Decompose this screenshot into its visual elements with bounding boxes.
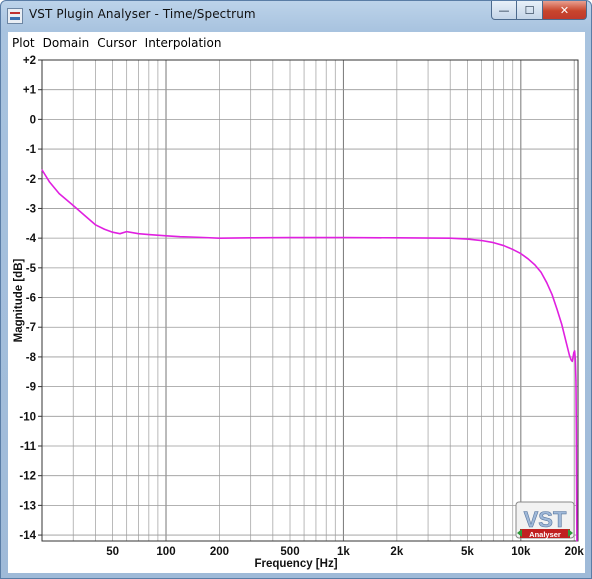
spectrum-chart[interactable]: +2 +1 0 -1 -2 -3 -4 -5 -6 -7 -8 -9 -10 -11 -12 -13 -14 5… (8, 53, 585, 573)
series-point (556, 308, 558, 311)
series-point (572, 356, 574, 358)
y-tick-label: +1 (23, 85, 37, 97)
y-tick-label: -7 (26, 322, 36, 334)
x-tick-label: 200 (210, 546, 229, 558)
logo-text: VST (524, 507, 567, 532)
menu-domain[interactable]: Domain (39, 36, 94, 50)
close-button[interactable]: ✕ (543, 1, 587, 20)
series-point (570, 359, 572, 361)
menu-plot[interactable]: Plot (8, 36, 39, 50)
logo-subtext: Analyser (529, 530, 561, 539)
series-point (126, 231, 128, 233)
series-point (565, 341, 567, 343)
series-point (574, 359, 576, 361)
series-point (527, 258, 529, 260)
series-point (574, 350, 576, 352)
series-point (561, 323, 563, 325)
minimize-icon: — (498, 3, 510, 17)
x-tick-label: 100 (156, 546, 175, 558)
y-tick-label: -6 (26, 293, 36, 305)
y-tick-label: -2 (26, 174, 36, 186)
x-tick-label: 10k (511, 546, 531, 558)
x-tick-label: 2k (390, 546, 403, 558)
y-tick-label: -5 (26, 263, 37, 275)
x-tick-label: 20k (565, 546, 585, 558)
vst-analyser-logo: VST Analyser (515, 501, 575, 539)
x-tick-label: 50 (106, 546, 119, 558)
minimize-button[interactable]: — (491, 1, 517, 20)
series-point (103, 228, 106, 230)
y-tick-label: -1 (26, 144, 37, 156)
series-point (520, 252, 522, 255)
series-point (179, 236, 181, 238)
y-tick-label: -10 (19, 411, 36, 423)
y-tick-label: -11 (20, 441, 37, 453)
series-point (48, 181, 50, 183)
y-tick-label: -13 (19, 500, 36, 512)
analyser-app-icon[interactable] (7, 8, 23, 24)
series-point (575, 380, 577, 382)
y-tick-label: -12 (19, 471, 36, 483)
series-point (218, 237, 221, 239)
plot-area[interactable]: +2 +1 0 -1 -2 -3 -4 -5 -6 -7 -8 -9 -10 -11 -12 -13 -14 5… (8, 53, 585, 573)
series-point (137, 233, 140, 235)
series-point (449, 237, 451, 239)
series-point (94, 224, 97, 226)
caption-buttons: — ☐ ✕ (491, 1, 587, 21)
maximize-icon: ☐ (524, 3, 535, 17)
y-tick-label: -14 (19, 530, 36, 542)
series-point (148, 233, 150, 236)
series-point (512, 248, 514, 251)
maximize-button[interactable]: ☐ (517, 1, 543, 20)
y-tick-label: -8 (26, 352, 37, 364)
series-point (551, 293, 553, 296)
series-point (165, 235, 167, 237)
series-point (576, 540, 578, 542)
close-icon: ✕ (559, 3, 570, 17)
series-point (250, 237, 252, 239)
title-bar[interactable]: VST Plugin Analyser - Time/Spectrum — ☐ … (1, 1, 592, 31)
menu-interpolation[interactable]: Interpolation (141, 36, 226, 50)
series-point (112, 231, 114, 233)
y-tick-label: -9 (26, 382, 36, 394)
x-axis-label: Frequency [Hz] (254, 558, 337, 570)
y-tick-label: +2 (23, 55, 36, 67)
series-point (571, 360, 573, 362)
series-point (573, 351, 575, 354)
series-point (575, 430, 577, 432)
menu-bar: Plot Domain Cursor Interpolation (8, 32, 585, 53)
x-tick-label: 5k (461, 546, 474, 558)
application-window: VST Plugin Analyser - Time/Spectrum — ☐ … (0, 0, 592, 579)
y-tick-label: -4 (26, 233, 37, 245)
series-point (196, 236, 198, 238)
y-tick-label: 0 (30, 114, 36, 126)
series-point (119, 233, 121, 235)
series-point (576, 513, 578, 515)
series-point (568, 354, 571, 357)
series-point (546, 282, 548, 284)
series-point (575, 475, 578, 477)
series-point (41, 169, 43, 171)
series-point (492, 242, 494, 244)
series-point (72, 204, 74, 207)
menu-cursor[interactable]: Cursor (93, 36, 140, 50)
series-point (466, 238, 469, 240)
x-tick-label: 1k (337, 546, 350, 558)
series-point (342, 236, 345, 239)
series-point (396, 237, 398, 239)
series-point (503, 244, 505, 247)
series-point (540, 271, 542, 273)
x-tick-label: 500 (280, 546, 299, 558)
series-point (58, 193, 60, 195)
series-point (289, 236, 291, 239)
window-title: VST Plugin Analyser - Time/Spectrum (29, 7, 256, 21)
series-point (480, 239, 483, 242)
y-axis-label: Magnitude [dB] (13, 258, 25, 342)
y-tick-label: -3 (26, 203, 36, 215)
series-point (84, 215, 86, 217)
series-point (534, 264, 536, 266)
